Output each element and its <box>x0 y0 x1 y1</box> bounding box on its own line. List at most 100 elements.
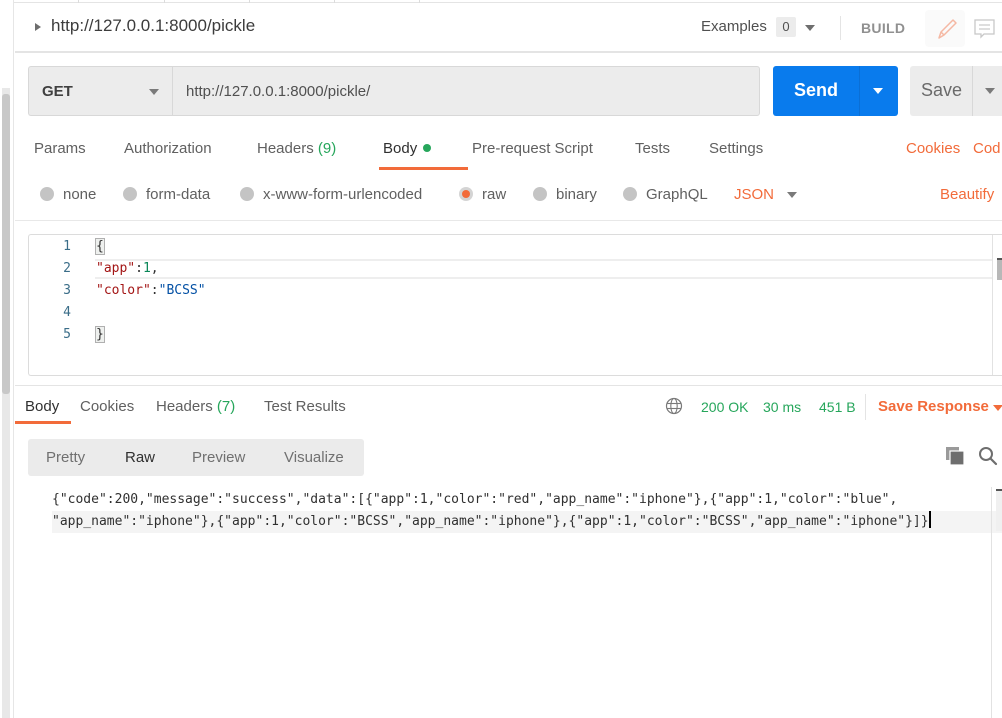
editor-line: 1 { <box>29 236 993 258</box>
radio-graphql[interactable]: GraphQL <box>623 186 708 203</box>
divider <box>15 220 1002 221</box>
radio-circle-selected-icon <box>459 187 473 201</box>
save-response-caret-icon[interactable] <box>993 405 1002 411</box>
radio-circle-icon <box>40 187 54 201</box>
comment-icon <box>974 19 995 39</box>
save-divider <box>972 66 973 116</box>
radio-binary[interactable]: binary <box>533 186 597 203</box>
response-line-text: "app_name":"iphone"},{"app":1,"color":"B… <box>52 514 929 529</box>
beautify-link[interactable]: Beautify <box>940 186 994 203</box>
tab-pre-request-script[interactable]: Pre-request Script <box>472 140 593 157</box>
tab-label: Authorization <box>124 140 212 157</box>
active-tab-indicator <box>379 167 468 170</box>
send-options-caret-icon[interactable] <box>873 88 883 94</box>
response-line: "app_name":"iphone"},{"app":1,"color":"B… <box>52 511 931 533</box>
copy-icon[interactable] <box>945 446 965 466</box>
divider <box>15 385 1002 386</box>
radio-x-www-form-urlencoded[interactable]: x-www-form-urlencoded <box>240 186 422 203</box>
format-tab-preview[interactable]: Preview <box>192 449 245 466</box>
send-button[interactable]: Send <box>773 66 898 116</box>
radio-circle-icon <box>123 187 137 201</box>
editor-line: 3 "color":"BCSS" <box>29 280 993 302</box>
radio-form-data[interactable]: form-data <box>123 186 210 203</box>
format-tab-pretty[interactable]: Pretty <box>46 449 85 466</box>
examples-button[interactable]: Examples <box>701 18 767 35</box>
response-tab-cookies[interactable]: Cookies <box>80 398 134 415</box>
save-response-button[interactable]: Save Response <box>878 398 989 415</box>
response-tabs: Body Cookies Headers (7) Test Results 20… <box>15 392 1002 424</box>
send-label: Send <box>793 80 838 100</box>
radio-circle-icon <box>533 187 547 201</box>
divider <box>865 394 866 420</box>
response-time[interactable]: 30 ms <box>763 399 801 415</box>
line-code: { <box>95 236 105 258</box>
status-code[interactable]: 200 OK <box>701 399 748 415</box>
radio-label: x-www-form-urlencoded <box>263 186 423 203</box>
radio-none[interactable]: none <box>40 186 96 203</box>
code-link[interactable]: Cod <box>973 140 1001 157</box>
radio-label: raw <box>482 186 507 203</box>
editor-line: 4 <box>29 302 993 324</box>
line-number: 2 <box>63 261 71 276</box>
tab-label: Cookies <box>80 398 135 415</box>
radio-label: none <box>63 186 97 203</box>
request-tabs: Params Authorization Headers (9) Body Pr… <box>15 134 1002 170</box>
response-line: {"code":200,"message":"success","data":[… <box>52 492 898 507</box>
tab-headers[interactable]: Headers (9) <box>257 140 336 157</box>
tab-settings[interactable]: Settings <box>709 140 763 157</box>
line-number: 1 <box>63 239 71 254</box>
response-tab-headers[interactable]: Headers (7) <box>156 398 235 415</box>
build-mode-label[interactable]: BUILD <box>861 20 905 36</box>
response-scrollbar-thumb[interactable] <box>996 489 1002 531</box>
line-code: "app":1, <box>96 258 159 280</box>
url-input[interactable] <box>172 66 760 116</box>
save-button[interactable]: Save <box>910 66 1002 116</box>
radio-raw[interactable]: raw <box>459 186 506 203</box>
response-scrollbar[interactable] <box>991 487 1002 718</box>
tab-body[interactable]: Body <box>383 140 432 157</box>
format-caret-icon[interactable] <box>787 192 797 198</box>
examples-caret-icon[interactable] <box>805 25 815 31</box>
format-tab-visualize[interactable]: Visualize <box>284 449 344 466</box>
request-header: http://127.0.0.1:8000/pickle Examples 0 … <box>15 3 1002 53</box>
response-tab-test-results[interactable]: Test Results <box>264 398 346 415</box>
format-select[interactable]: JSON <box>734 186 774 203</box>
request-body-editor[interactable]: 1 { 2 "app":1, 3 "color":"BCSS" 4 5 } <box>28 234 1002 376</box>
search-icon[interactable] <box>978 446 998 466</box>
tab-label: Headers <box>257 140 314 157</box>
tab-label: Test Results <box>264 398 346 415</box>
response-format-tabs: Pretty Raw Preview Visualize <box>28 439 364 476</box>
brace-token: } <box>95 326 105 343</box>
punc-token: : <box>150 283 159 298</box>
line-number: 4 <box>63 305 71 320</box>
format-tab-raw[interactable]: Raw <box>125 449 155 466</box>
brace-token: { <box>95 238 105 255</box>
line-code: } <box>95 324 105 346</box>
response-tab-body[interactable]: Body <box>25 398 59 415</box>
radio-label: form-data <box>146 186 211 203</box>
editor-line: 2 "app":1, <box>29 258 993 280</box>
editor-scrollbar-thumb[interactable] <box>997 258 1002 280</box>
tab-authorization[interactable]: Authorization <box>124 140 212 157</box>
method-label: GET <box>42 83 73 100</box>
editor-scrollbar[interactable] <box>992 235 1002 375</box>
request-name[interactable]: http://127.0.0.1:8000/pickle <box>51 16 255 36</box>
response-body-viewer[interactable]: {"code":200,"message":"success","data":[… <box>28 487 1002 718</box>
method-select[interactable]: GET <box>28 66 172 116</box>
cookies-link[interactable]: Cookies <box>906 140 960 157</box>
line-number: 3 <box>63 283 71 298</box>
tab-label: Settings <box>709 140 764 157</box>
save-label: Save <box>921 80 963 100</box>
text-cursor <box>928 511 931 528</box>
tab-params[interactable]: Params <box>34 140 86 157</box>
expand-caret-icon[interactable] <box>35 23 41 31</box>
string-token: "BCSS" <box>158 283 206 298</box>
globe-icon[interactable] <box>665 397 683 415</box>
body-type-radios: none form-data x-www-form-urlencoded raw… <box>15 180 1002 210</box>
save-options-caret-icon[interactable] <box>985 88 995 94</box>
comments-button[interactable] <box>970 10 1002 47</box>
edit-button[interactable] <box>925 10 965 47</box>
response-size[interactable]: 451 B <box>819 399 856 415</box>
left-scrollbar-thumb[interactable] <box>2 94 10 394</box>
tab-tests[interactable]: Tests <box>635 140 670 157</box>
